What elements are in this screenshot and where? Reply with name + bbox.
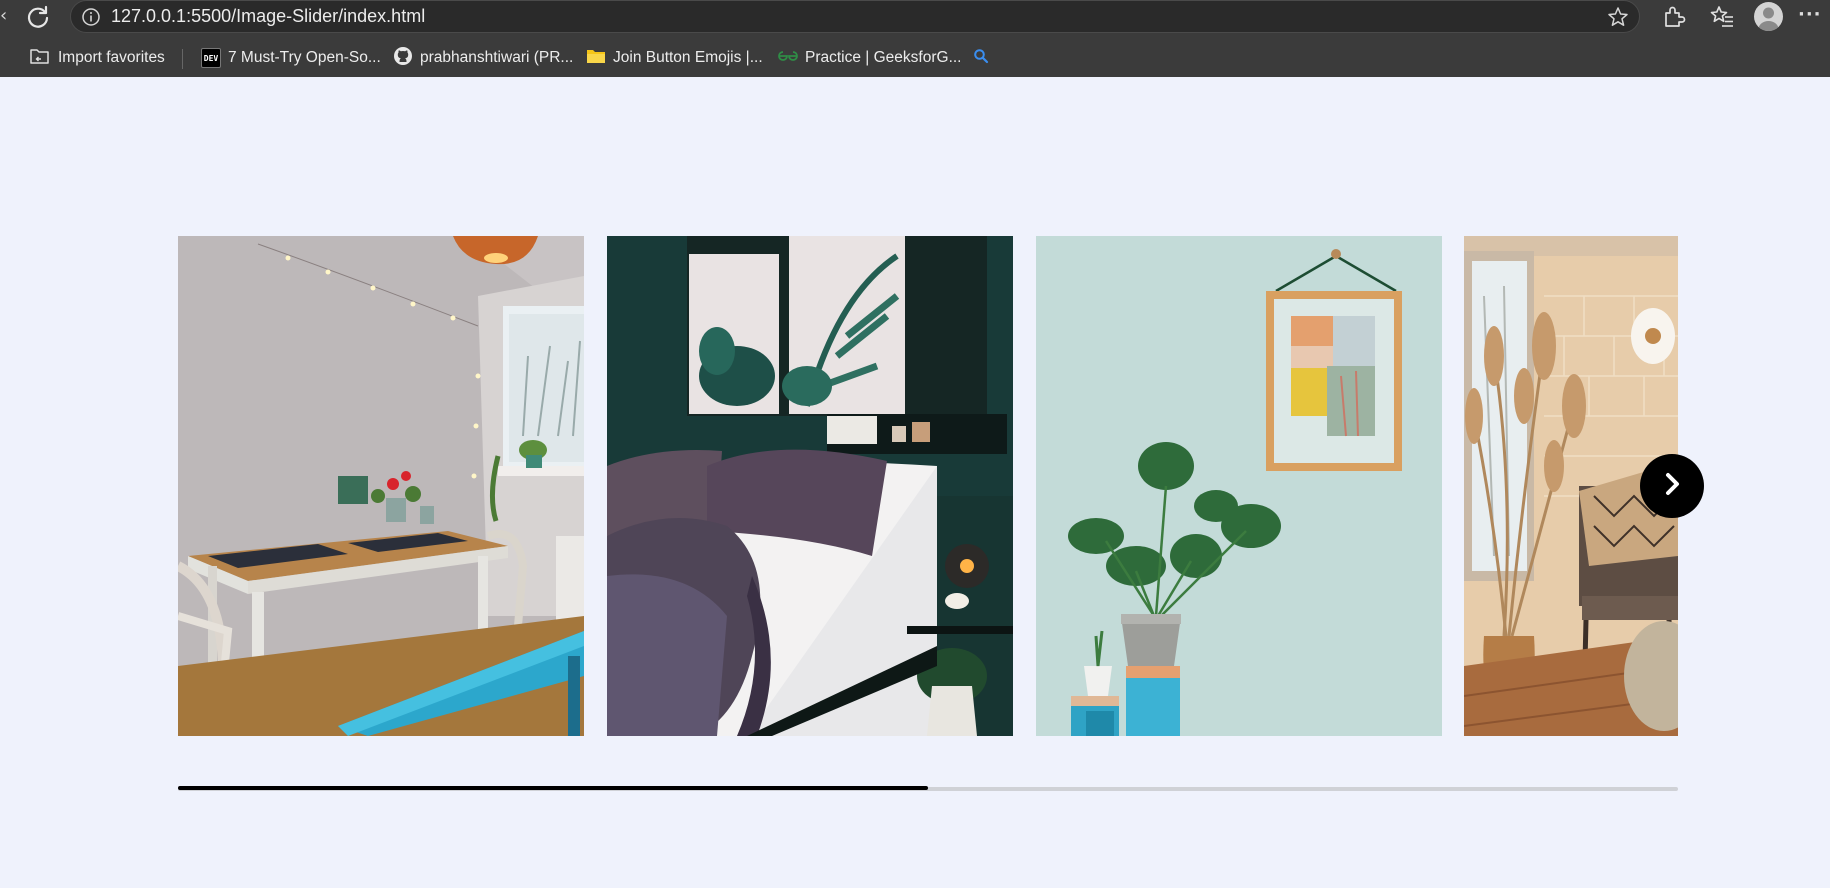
- bookmark-search[interactable]: [973, 46, 989, 70]
- bookmark-label: Practice | GeeksforG...: [805, 49, 962, 66]
- import-favorites-icon: [29, 46, 51, 71]
- bookmark-label: 7 Must-Try Open-So...: [228, 49, 381, 66]
- add-favorite-star-icon[interactable]: [1607, 6, 1629, 28]
- site-info-icon[interactable]: [81, 7, 101, 27]
- chevron-right-icon: [1658, 470, 1686, 502]
- bookmark-github[interactable]: prabhanshtiwari (PR...: [393, 46, 573, 70]
- folder-icon: [586, 47, 606, 70]
- search-icon: [973, 48, 989, 69]
- favorites-icon[interactable]: [1709, 4, 1735, 30]
- github-icon: [393, 46, 413, 71]
- browser-chrome: ‹ 127.0.0.1:5500/Image-Slider/index.html: [0, 0, 1830, 77]
- image-slider[interactable]: [178, 236, 1678, 736]
- back-arrow-icon[interactable]: ‹: [0, 6, 10, 26]
- bookmark-import-favorites[interactable]: Import favorites: [29, 46, 165, 70]
- bookmark-label: Import favorites: [58, 49, 165, 66]
- dev-to-icon: DEV: [201, 48, 221, 68]
- geeksforgeeks-icon: [778, 49, 798, 68]
- bookmark-dev-to[interactable]: DEV 7 Must-Try Open-So...: [201, 46, 381, 70]
- url-text[interactable]: 127.0.0.1:5500/Image-Slider/index.html: [111, 6, 425, 27]
- slide-image-dining-nook: [178, 236, 584, 736]
- bookmark-join-button-emojis[interactable]: Join Button Emojis |...: [586, 46, 763, 70]
- slide-image-mint-wall-art: [1036, 236, 1442, 736]
- bookmarks-bar: Import favorites DEV 7 Must-Try Open-So.…: [0, 40, 1830, 74]
- slide-image-bedroom: [607, 236, 1013, 736]
- profile-avatar[interactable]: [1754, 2, 1783, 31]
- next-slide-button[interactable]: [1640, 454, 1704, 518]
- browser-toolbar: ‹ 127.0.0.1:5500/Image-Slider/index.html: [0, 0, 1830, 36]
- bookmark-geeksforgeeks[interactable]: Practice | GeeksforG...: [778, 46, 962, 70]
- slider-scrollbar-track[interactable]: [178, 786, 1678, 791]
- reload-icon[interactable]: [24, 3, 52, 31]
- bookmark-label: Join Button Emojis |...: [613, 49, 763, 66]
- address-bar[interactable]: 127.0.0.1:5500/Image-Slider/index.html: [70, 0, 1640, 33]
- more-options-icon[interactable]: ···: [1798, 4, 1824, 30]
- extensions-icon[interactable]: [1660, 4, 1686, 30]
- slider-scrollbar-thumb[interactable]: [178, 786, 928, 790]
- bookmark-label: prabhanshtiwari (PR...: [420, 49, 574, 66]
